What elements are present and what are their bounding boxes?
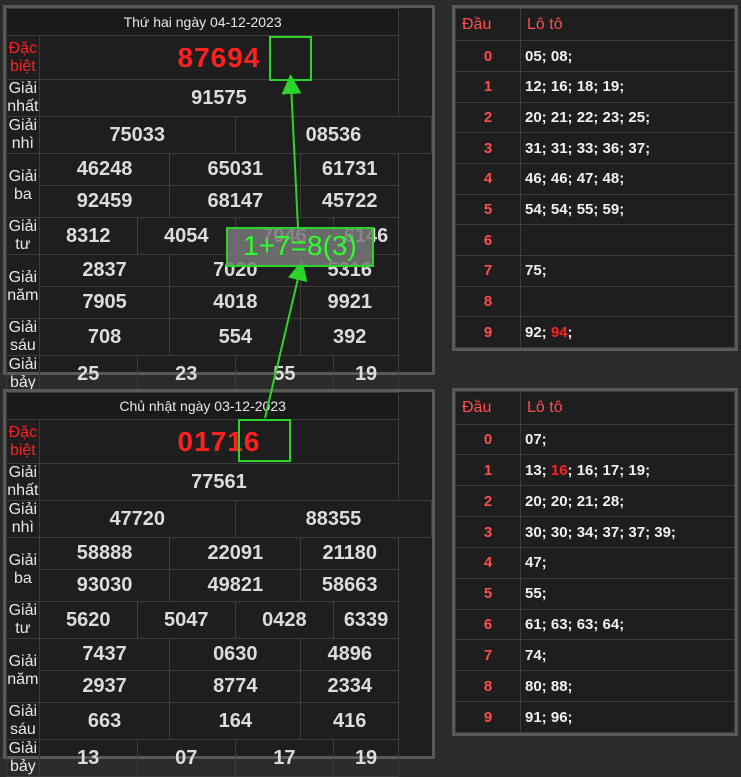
arrow-up-to-formula — [264, 260, 308, 419]
formula-annotation: 1+7=8(3) — [226, 227, 374, 267]
annotation-arrows — [264, 74, 308, 419]
arrow-up-to-day1 — [281, 74, 302, 229]
